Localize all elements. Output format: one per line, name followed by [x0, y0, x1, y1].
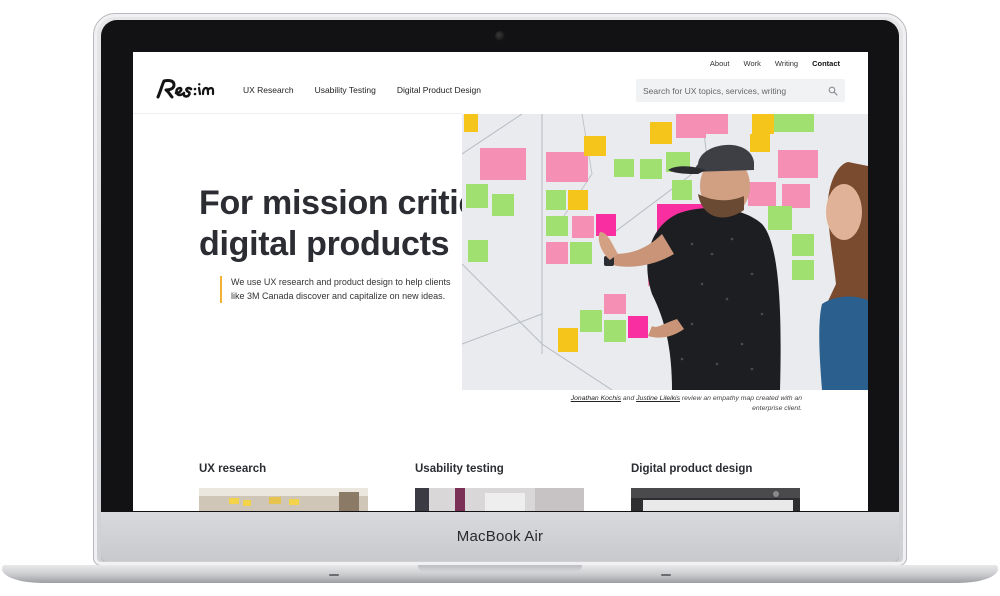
search-box	[636, 79, 845, 102]
card-title-usability-testing[interactable]: Usability testing	[415, 463, 504, 475]
caption-link-justine-lileikis[interactable]: Justine Lileikis	[636, 395, 680, 402]
main-nav: UX Research Usability Testing Digital Pr…	[243, 85, 481, 95]
laptop-foot-left	[329, 574, 339, 576]
website-screen: About Work Writing Contact UX Research U…	[133, 52, 868, 511]
laptop-foot-right	[661, 574, 671, 576]
card-title-ux-research[interactable]: UX research	[199, 463, 266, 475]
search-input[interactable]	[643, 85, 828, 96]
nav-link-writing[interactable]: Writing	[775, 59, 798, 68]
caption-and: and	[622, 395, 635, 402]
caption-link-jonathan-kochis[interactable]: Jonathan Kochis	[571, 395, 621, 402]
site-logo[interactable]	[155, 76, 217, 102]
nav-item-digital-product-design[interactable]: Digital Product Design	[397, 85, 481, 95]
card-image-ux-research[interactable]	[199, 488, 368, 511]
hero-photo	[462, 114, 868, 390]
card-image-usability-testing[interactable]	[415, 488, 584, 511]
nav-link-work[interactable]: Work	[744, 59, 761, 68]
photo-caption: Jonathan Kochis and Justine Lileikis rev…	[542, 394, 802, 414]
search-icon[interactable]	[828, 86, 838, 96]
utility-nav: About Work Writing Contact	[710, 59, 840, 68]
card-image-digital-product-design[interactable]	[631, 488, 800, 511]
nav-link-about[interactable]: About	[710, 59, 730, 68]
caption-text: review an empathy map created with an en…	[681, 395, 802, 412]
header-divider	[133, 113, 462, 114]
laptop-notch	[418, 565, 582, 572]
nav-item-usability-testing[interactable]: Usability Testing	[315, 85, 376, 95]
device-brand-label: MacBook Air	[456, 528, 544, 545]
nav-item-ux-research[interactable]: UX Research	[243, 85, 294, 95]
nav-link-contact[interactable]: Contact	[812, 59, 840, 68]
camera-icon	[495, 31, 505, 41]
hero-description: We use UX research and product design to…	[220, 276, 460, 303]
card-title-digital-product-design[interactable]: Digital product design	[631, 463, 752, 475]
